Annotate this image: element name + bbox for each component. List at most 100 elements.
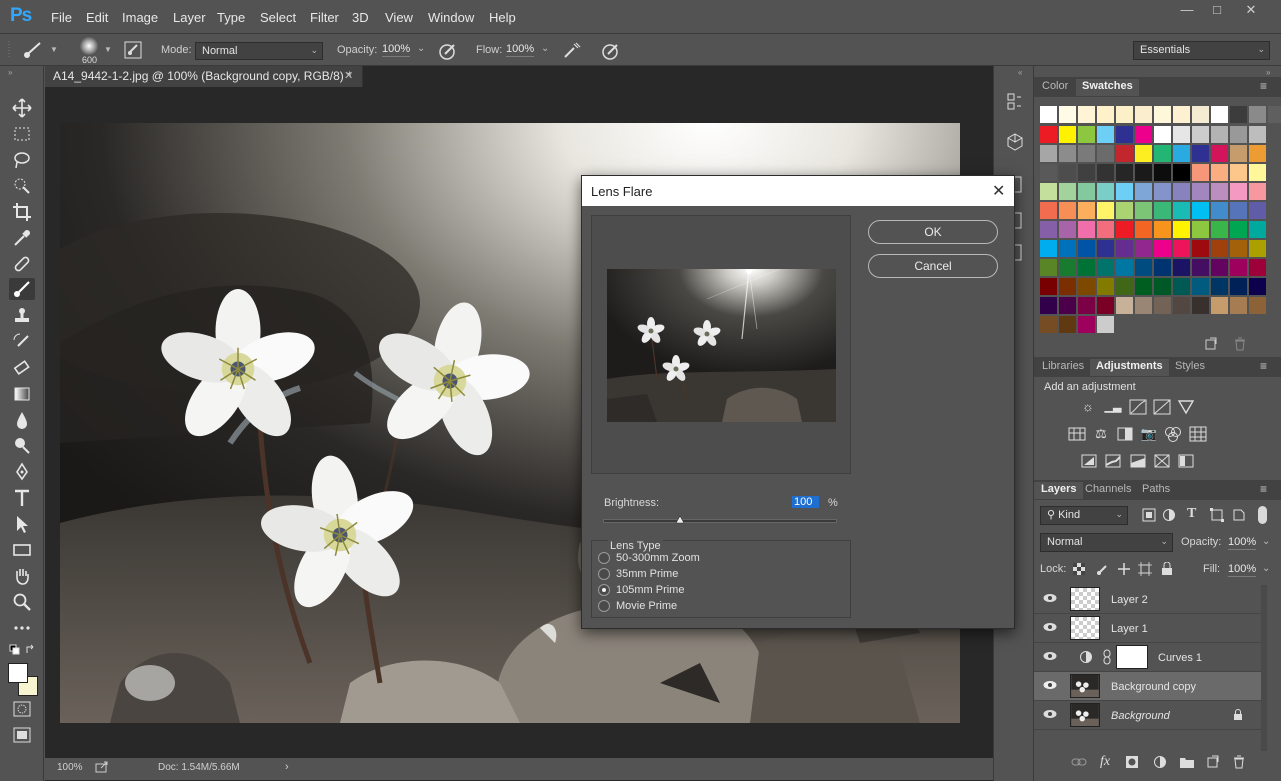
lens-type-option-label[interactable]: 105mm Prime [616, 584, 684, 596]
swatch[interactable] [1154, 183, 1171, 200]
swatch[interactable] [1192, 106, 1209, 123]
hand-tool-icon[interactable] [9, 565, 35, 587]
swatch[interactable] [1154, 202, 1171, 219]
swatch[interactable] [1173, 297, 1190, 314]
swatch[interactable] [1154, 106, 1171, 123]
swatch[interactable] [1116, 126, 1133, 143]
visibility-eye-icon[interactable] [1043, 593, 1057, 603]
swatch[interactable] [1192, 202, 1209, 219]
swatch[interactable] [1173, 202, 1190, 219]
ok-button[interactable]: OK [868, 220, 998, 244]
eyedropper-tool-icon[interactable] [9, 227, 35, 249]
close-tab-icon[interactable]: ✕ [344, 69, 353, 82]
trash-icon[interactable] [1233, 337, 1247, 351]
flow-input[interactable]: 100% [506, 43, 535, 57]
zoom-level[interactable]: 100% [57, 762, 83, 773]
brush-tool-icon[interactable] [9, 278, 35, 300]
swatch[interactable] [1154, 126, 1171, 143]
lock-all-icon[interactable] [1161, 562, 1173, 576]
swatch[interactable] [1078, 145, 1095, 162]
history-panel-icon[interactable] [1005, 92, 1025, 112]
lens-type-option-label[interactable]: Movie Prime [616, 600, 677, 612]
lock-position-icon[interactable] [1117, 562, 1131, 576]
swatch[interactable] [1059, 164, 1076, 181]
swatch[interactable] [1249, 221, 1266, 238]
link-layers-icon[interactable] [1071, 756, 1087, 768]
clone-stamp-tool-icon[interactable] [9, 305, 35, 327]
swatch[interactable] [1173, 259, 1190, 276]
swatch[interactable] [1211, 183, 1228, 200]
swatch[interactable] [1078, 106, 1095, 123]
3d-panel-icon[interactable] [1005, 132, 1025, 152]
tab-color[interactable]: Color [1042, 80, 1068, 92]
swatch[interactable] [1059, 297, 1076, 314]
brush-preview-icon[interactable] [80, 37, 98, 55]
layer-name[interactable]: Background copy [1111, 681, 1196, 693]
lasso-tool-icon[interactable] [9, 149, 35, 171]
workspace-select[interactable]: Essentials ⌄ [1133, 41, 1270, 60]
brightness-slider-thumb[interactable] [675, 515, 685, 525]
more-tools-icon[interactable] [9, 617, 35, 639]
visibility-eye-icon[interactable] [1043, 622, 1057, 632]
swatch[interactable] [1078, 202, 1095, 219]
type-tool-icon[interactable] [9, 487, 35, 509]
quick-selection-tool-icon[interactable] [9, 175, 35, 197]
menu-edit[interactable]: Edit [86, 10, 108, 25]
swatch[interactable] [1249, 297, 1266, 314]
swatch[interactable] [1211, 259, 1228, 276]
swatch[interactable] [1135, 259, 1152, 276]
add-mask-icon[interactable] [1125, 755, 1139, 769]
swatch[interactable] [1173, 126, 1190, 143]
cancel-button[interactable]: Cancel [868, 254, 998, 278]
swatch[interactable] [1040, 145, 1057, 162]
tab-swatches[interactable]: Swatches [1076, 79, 1139, 96]
swatch[interactable] [1173, 106, 1190, 123]
zoom-tool-icon[interactable] [9, 591, 35, 613]
swatch[interactable] [1192, 278, 1209, 295]
curves-icon[interactable] [1129, 399, 1147, 415]
minimize-icon[interactable]: — [1172, 0, 1202, 22]
mode-select[interactable]: Normal ⌄ [195, 42, 323, 60]
swatch[interactable] [1230, 164, 1247, 181]
layer-row[interactable]: Background [1034, 701, 1261, 730]
visibility-eye-icon[interactable] [1043, 651, 1057, 661]
crop-tool-icon[interactable] [9, 201, 35, 223]
menu-type[interactable]: Type [217, 10, 245, 25]
swatch[interactable] [1268, 106, 1281, 123]
brightness-contrast-icon[interactable]: ☼ [1079, 399, 1097, 415]
layer-row[interactable]: Curves 1 [1034, 643, 1261, 672]
swatch[interactable] [1059, 316, 1076, 333]
pen-tool-icon[interactable] [9, 461, 35, 483]
swatch[interactable] [1154, 259, 1171, 276]
swatch[interactable] [1154, 240, 1171, 257]
swatch[interactable] [1078, 183, 1095, 200]
opacity-input[interactable]: 100% [382, 43, 411, 57]
swatch[interactable] [1173, 183, 1190, 200]
delete-layer-icon[interactable] [1232, 755, 1246, 769]
swatch[interactable] [1059, 240, 1076, 257]
swatch[interactable] [1078, 316, 1095, 333]
swatch[interactable] [1059, 259, 1076, 276]
hue-saturation-icon[interactable] [1068, 426, 1086, 442]
swatch[interactable] [1097, 145, 1114, 162]
layer-row-selected[interactable]: Background copy [1034, 672, 1261, 701]
lock-transparent-icon[interactable] [1073, 563, 1085, 575]
swatch[interactable] [1173, 221, 1190, 238]
layer-opacity-input[interactable]: 100% [1228, 536, 1257, 550]
filter-pixel-icon[interactable] [1142, 508, 1156, 522]
swatch[interactable] [1059, 145, 1076, 162]
new-swatch-icon[interactable] [1204, 337, 1218, 351]
filter-toggle[interactable] [1258, 506, 1267, 524]
swatch[interactable] [1116, 106, 1133, 123]
layers-scrollbar[interactable] [1261, 585, 1267, 751]
menu-help[interactable]: Help [489, 10, 516, 25]
swatch[interactable] [1211, 240, 1228, 257]
swatch[interactable] [1097, 202, 1114, 219]
invert-icon[interactable] [1080, 453, 1098, 469]
black-white-icon[interactable] [1116, 426, 1134, 442]
opacity-chevron-icon[interactable]: ⌄ [417, 43, 425, 54]
healing-brush-tool-icon[interactable] [9, 253, 35, 275]
menu-filter[interactable]: Filter [310, 10, 339, 25]
brush-tool-preset-icon[interactable] [22, 41, 44, 59]
swatch[interactable] [1249, 202, 1266, 219]
